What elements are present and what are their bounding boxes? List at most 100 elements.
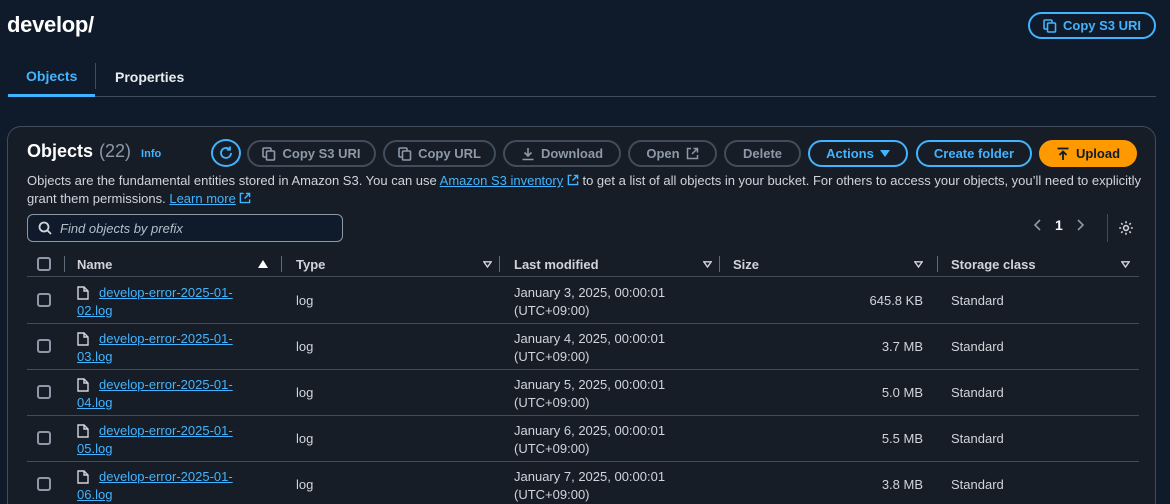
page-title: develop/ bbox=[7, 12, 94, 37]
modified-date: January 7, 2025, 00:00:01 bbox=[514, 469, 666, 484]
object-last-modified: January 3, 2025, 00:00:01 (UTC+09:00) bbox=[514, 284, 665, 320]
refresh-icon bbox=[220, 146, 232, 159]
refresh-button[interactable] bbox=[211, 139, 241, 167]
sort-down-icon[interactable] bbox=[703, 261, 712, 268]
table-row: develop-error-2025-01- 04.log log Januar… bbox=[27, 370, 1139, 416]
select-all-checkbox[interactable] bbox=[37, 257, 51, 271]
modified-date: January 5, 2025, 00:00:01 bbox=[514, 377, 666, 392]
object-name-link[interactable]: 04.log bbox=[77, 394, 247, 412]
object-type: log bbox=[296, 293, 314, 308]
object-name-link[interactable]: develop-error-2025-01- bbox=[77, 330, 247, 348]
column-last-modified[interactable]: Last modified bbox=[514, 251, 599, 277]
upload-label: Upload bbox=[1075, 146, 1121, 161]
row-checkbox[interactable] bbox=[37, 339, 51, 353]
object-name-line-2: 04.log bbox=[77, 395, 113, 410]
object-name-link[interactable]: 05.log bbox=[77, 440, 247, 458]
object-storage-class: Standard bbox=[951, 385, 1004, 400]
row-checkbox[interactable] bbox=[37, 385, 51, 399]
object-name-cell: develop-error-2025-01- 05.log bbox=[77, 422, 247, 458]
tab-objects[interactable]: Objects bbox=[8, 58, 96, 97]
object-name-link[interactable]: develop-error-2025-01- bbox=[77, 422, 247, 440]
sort-down-icon[interactable] bbox=[1121, 261, 1130, 268]
row-checkbox[interactable] bbox=[37, 431, 51, 445]
row-select bbox=[37, 385, 51, 399]
sort-down-icon[interactable] bbox=[914, 261, 923, 268]
open-button[interactable]: Open bbox=[628, 140, 717, 167]
file-icon bbox=[77, 470, 89, 484]
object-last-modified: January 4, 2025, 00:00:01 (UTC+09:00) bbox=[514, 330, 665, 366]
chevron-left-icon[interactable] bbox=[1033, 219, 1041, 231]
external-link-icon bbox=[686, 147, 698, 160]
panel-header: Objects (22) Info bbox=[27, 141, 161, 162]
object-name-link[interactable]: develop-error-2025-01- bbox=[77, 468, 247, 486]
object-name-cell: develop-error-2025-01- 02.log bbox=[77, 284, 247, 320]
download-label: Download bbox=[540, 146, 604, 161]
info-link[interactable]: Info bbox=[141, 148, 161, 160]
table-row: develop-error-2025-01- 05.log log Januar… bbox=[27, 416, 1139, 462]
copy-s3-uri-toolbar-button[interactable]: Copy S3 URI bbox=[247, 140, 376, 167]
create-folder-label: Create folder bbox=[933, 146, 1015, 161]
object-name-line-2: 03.log bbox=[77, 349, 113, 364]
object-name-cell: develop-error-2025-01- 04.log bbox=[77, 376, 247, 412]
column-name[interactable]: Name bbox=[77, 251, 112, 277]
search-input[interactable] bbox=[60, 220, 320, 236]
object-count: (22) bbox=[99, 141, 132, 161]
column-divider bbox=[937, 256, 938, 272]
object-storage-class: Standard bbox=[951, 339, 1004, 354]
row-checkbox[interactable] bbox=[37, 293, 51, 307]
gear-icon[interactable] bbox=[1118, 220, 1134, 236]
object-name-line-2: 06.log bbox=[77, 487, 113, 502]
open-label: Open bbox=[646, 146, 680, 161]
row-select bbox=[37, 293, 51, 307]
object-size: 645.8 KB bbox=[869, 293, 924, 308]
column-size[interactable]: Size bbox=[733, 251, 759, 277]
sort-down-icon[interactable] bbox=[483, 261, 492, 268]
actions-dropdown[interactable]: Actions bbox=[808, 140, 908, 167]
object-name-line-1: develop-error-2025-01- bbox=[99, 423, 233, 438]
object-type: log bbox=[296, 431, 314, 446]
object-name-link[interactable]: develop-error-2025-01- bbox=[77, 376, 247, 394]
create-folder-button[interactable]: Create folder bbox=[916, 140, 1032, 167]
table-row: develop-error-2025-01- 06.log log Januar… bbox=[27, 462, 1139, 504]
sort-up-icon[interactable] bbox=[258, 260, 268, 268]
column-type[interactable]: Type bbox=[296, 251, 325, 277]
pager-divider bbox=[1107, 214, 1108, 242]
panel-title: Objects bbox=[27, 141, 94, 161]
chevron-right-icon[interactable] bbox=[1077, 219, 1085, 231]
current-page[interactable]: 1 bbox=[1055, 217, 1063, 233]
row-select bbox=[37, 339, 51, 353]
tab-properties[interactable]: Properties bbox=[97, 58, 202, 96]
object-type: log bbox=[296, 477, 314, 492]
object-name-link[interactable]: develop-error-2025-01- bbox=[77, 284, 247, 302]
objects-panel: Objects (22) Info Copy S3 URI Copy URL D… bbox=[7, 126, 1156, 504]
copy-s3-uri-button[interactable]: Copy S3 URI bbox=[1028, 12, 1156, 39]
object-name-line-2: 05.log bbox=[77, 441, 113, 456]
copy-url-label: Copy URL bbox=[418, 146, 481, 161]
modified-timezone: (UTC+09:00) bbox=[514, 349, 590, 364]
search-field[interactable] bbox=[27, 214, 343, 242]
column-storage-class[interactable]: Storage class bbox=[951, 251, 1036, 277]
table-header: Name Type Last modified Size Storage cla… bbox=[27, 251, 1139, 277]
file-icon bbox=[77, 378, 89, 392]
file-icon bbox=[77, 286, 89, 300]
copy-url-button[interactable]: Copy URL bbox=[383, 140, 496, 167]
delete-button[interactable]: Delete bbox=[724, 140, 801, 167]
object-size: 3.7 MB bbox=[881, 339, 923, 354]
object-name-cell: develop-error-2025-01- 06.log bbox=[77, 468, 247, 504]
object-name-link[interactable]: 06.log bbox=[77, 486, 247, 504]
upload-button[interactable]: Upload bbox=[1039, 140, 1137, 167]
object-name-link[interactable]: 03.log bbox=[77, 348, 247, 366]
row-checkbox[interactable] bbox=[37, 477, 51, 491]
s3-inventory-link[interactable]: Amazon S3 inventory bbox=[440, 173, 564, 188]
pagination: 1 bbox=[1033, 217, 1085, 233]
column-divider bbox=[499, 256, 500, 272]
object-size: 5.0 MB bbox=[881, 385, 923, 400]
download-button[interactable]: Download bbox=[503, 140, 621, 167]
object-name-line-1: develop-error-2025-01- bbox=[99, 377, 233, 392]
object-name-link[interactable]: 02.log bbox=[77, 302, 247, 320]
learn-more-link[interactable]: Learn more bbox=[169, 191, 235, 206]
caret-down-icon bbox=[879, 149, 890, 157]
object-name-cell: develop-error-2025-01- 03.log bbox=[77, 330, 247, 366]
object-last-modified: January 6, 2025, 00:00:01 (UTC+09:00) bbox=[514, 422, 665, 458]
copy-icon bbox=[262, 146, 276, 161]
